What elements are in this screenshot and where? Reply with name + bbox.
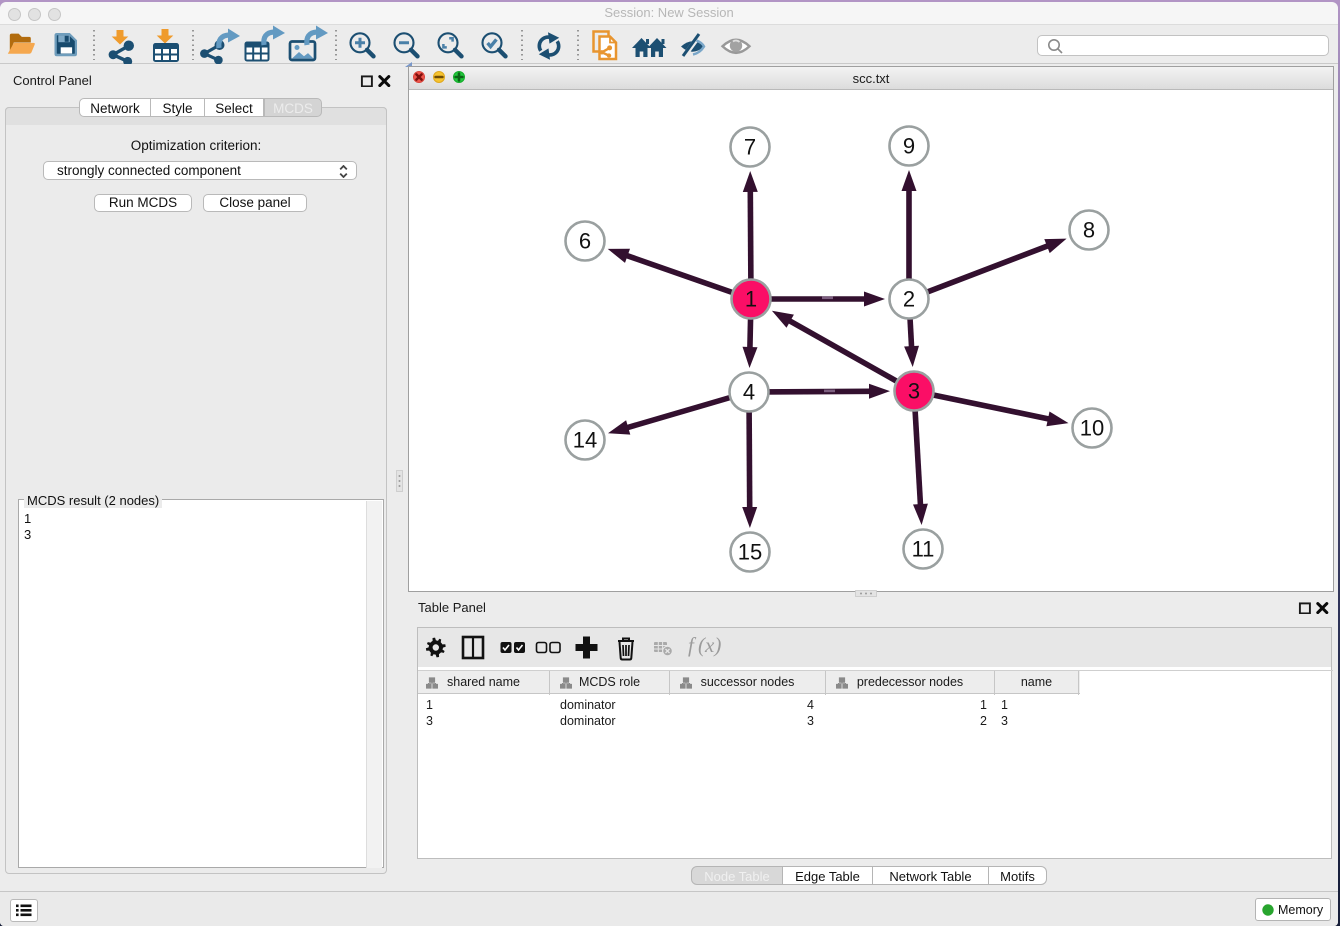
svg-text:8: 8 [1083, 218, 1095, 243]
svg-text:3: 3 [908, 379, 920, 404]
svg-text:10: 10 [1080, 416, 1104, 441]
svg-text:4: 4 [743, 380, 755, 405]
svg-text:14: 14 [573, 428, 597, 453]
svg-text:15: 15 [738, 540, 762, 565]
svg-text:1: 1 [745, 287, 757, 312]
svg-text:7: 7 [744, 135, 756, 160]
svg-text:11: 11 [912, 537, 935, 562]
svg-text:2: 2 [903, 287, 915, 312]
svg-text:9: 9 [903, 134, 915, 159]
svg-text:6: 6 [579, 229, 591, 254]
